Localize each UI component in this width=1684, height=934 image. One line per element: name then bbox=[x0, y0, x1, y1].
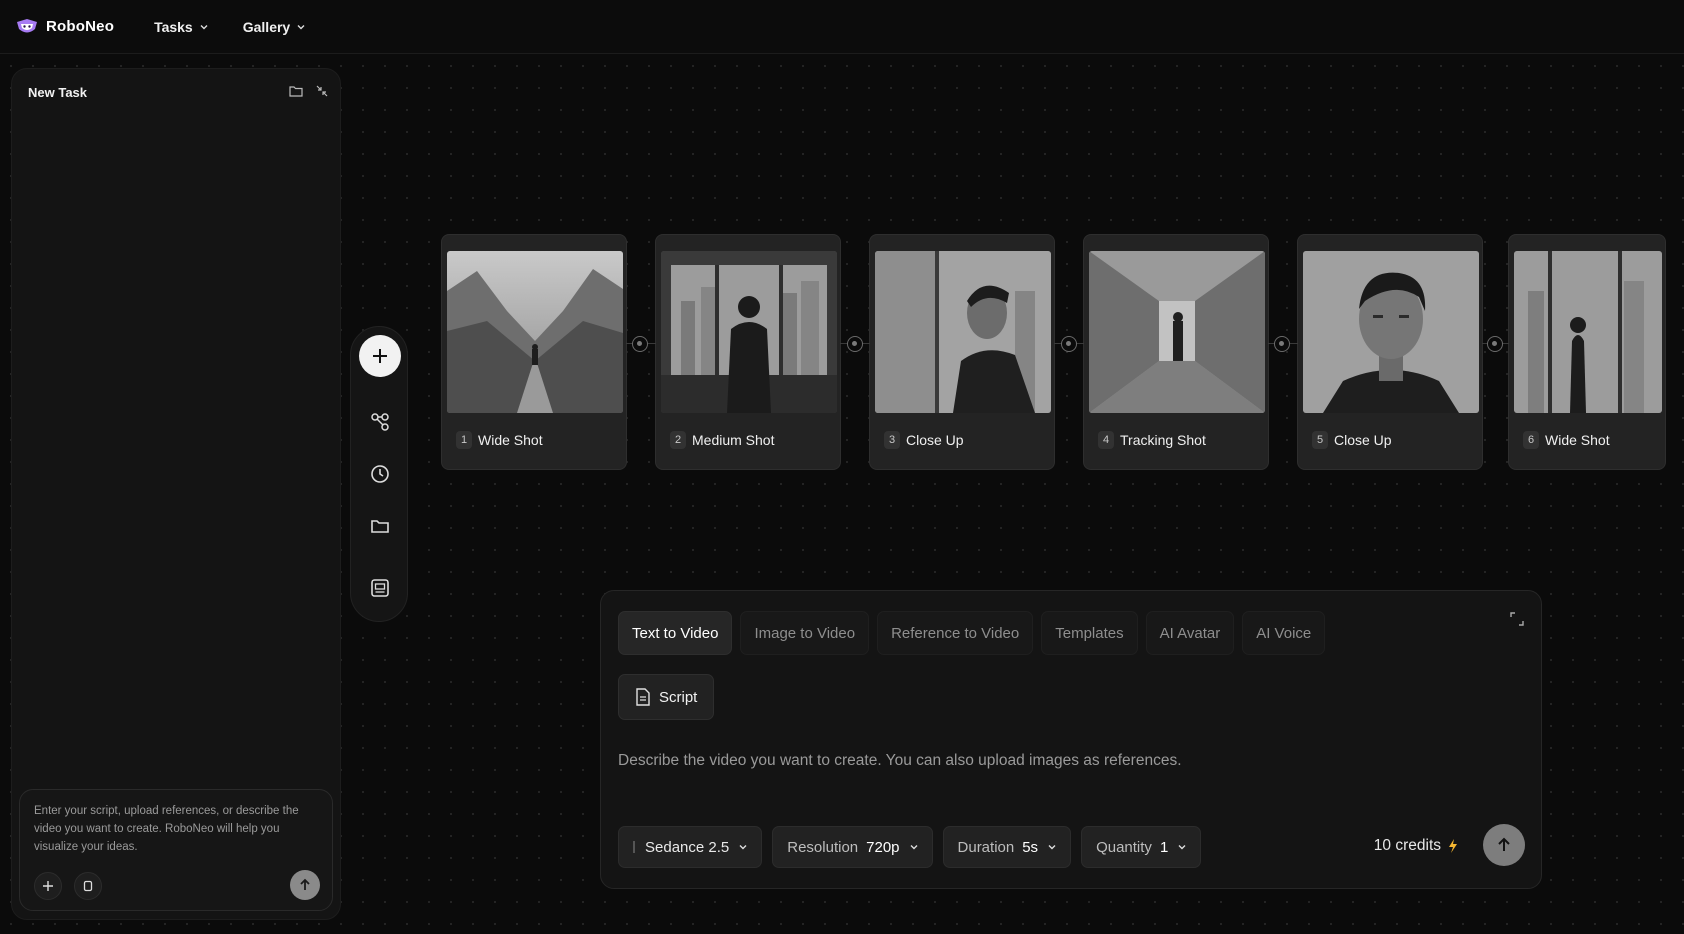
chevron-down-icon bbox=[1178, 845, 1186, 850]
shot-thumbnail-man-at-window bbox=[661, 251, 837, 413]
chat-input-box[interactable]: Enter your script, upload references, or… bbox=[19, 789, 333, 911]
generation-options: Sedance 2.5 Resolution 720p Duration 5s … bbox=[618, 826, 1202, 868]
expand-icon[interactable] bbox=[1509, 611, 1525, 627]
shot-title: Tracking Shot bbox=[1120, 432, 1206, 448]
prompt-input[interactable]: Describe the video you want to create. Y… bbox=[618, 752, 1182, 770]
chevron-down-icon bbox=[200, 24, 208, 29]
duration-label: Duration bbox=[957, 838, 1015, 856]
top-bar: RoboNeo Tasks Gallery bbox=[0, 0, 1684, 54]
shot-number: 3 bbox=[884, 431, 900, 449]
task-panel: New Task Enter your script, upload refer… bbox=[11, 68, 341, 920]
connector-node[interactable] bbox=[1274, 336, 1290, 352]
history-icon[interactable] bbox=[369, 463, 391, 485]
chat-input-placeholder[interactable]: Enter your script, upload references, or… bbox=[34, 802, 324, 856]
folder-icon[interactable] bbox=[369, 515, 391, 537]
tab-text-to-video[interactable]: Text to Video bbox=[618, 611, 733, 655]
model-select[interactable]: Sedance 2.5 bbox=[618, 826, 763, 868]
add-attachment-button[interactable] bbox=[34, 872, 62, 900]
shot-label: 6 Wide Shot bbox=[1523, 431, 1610, 449]
shot-number: 4 bbox=[1098, 431, 1114, 449]
shot-card-1[interactable]: 1 Wide Shot bbox=[441, 234, 627, 470]
shot-title: Medium Shot bbox=[692, 432, 775, 448]
chevron-down-icon bbox=[910, 845, 918, 850]
arrow-up-icon bbox=[300, 878, 310, 890]
generate-button[interactable] bbox=[1483, 824, 1525, 866]
credits-text: 10 credits bbox=[1373, 837, 1441, 854]
tab-ai-avatar[interactable]: AI Avatar bbox=[1145, 611, 1235, 655]
shot-title: Wide Shot bbox=[478, 432, 543, 448]
shot-card-3[interactable]: 3 Close Up bbox=[869, 234, 1055, 470]
nav-tasks-label: Tasks bbox=[154, 18, 193, 35]
shot-label: 3 Close Up bbox=[884, 431, 964, 449]
shot-number: 5 bbox=[1312, 431, 1328, 449]
resolution-label: Resolution bbox=[787, 838, 859, 856]
chat-send-button[interactable] bbox=[290, 870, 320, 900]
panel-title: New Task bbox=[28, 85, 88, 100]
shot-number: 6 bbox=[1523, 431, 1539, 449]
shot-label: 5 Close Up bbox=[1312, 431, 1392, 449]
connector-node[interactable] bbox=[632, 336, 648, 352]
shot-card-5[interactable]: 5 Close Up bbox=[1297, 234, 1483, 470]
square-icon bbox=[83, 880, 93, 892]
nav-gallery-label: Gallery bbox=[242, 18, 291, 35]
lightning-bolt-icon bbox=[1449, 839, 1457, 853]
canvas-toolbar bbox=[350, 326, 408, 622]
nav-tasks[interactable]: Tasks bbox=[154, 19, 209, 35]
connector-node[interactable] bbox=[1061, 336, 1077, 352]
tab-ai-voice[interactable]: AI Voice bbox=[1242, 611, 1326, 655]
connector-node[interactable] bbox=[1487, 336, 1503, 352]
tab-reference-to-video[interactable]: Reference to Video bbox=[877, 611, 1034, 655]
shot-title: Wide Shot bbox=[1545, 432, 1610, 448]
nav-gallery[interactable]: Gallery bbox=[243, 19, 306, 35]
shot-thumbnail-portrait bbox=[1303, 251, 1479, 413]
shot-thumbnail-close-up-profile bbox=[875, 251, 1051, 413]
plus-icon bbox=[373, 349, 387, 363]
arrow-up-icon bbox=[1498, 837, 1510, 851]
add-node-button[interactable] bbox=[359, 335, 401, 377]
collapse-icon[interactable] bbox=[314, 83, 330, 99]
quantity-select[interactable]: Quantity 1 bbox=[1081, 826, 1202, 868]
shot-thumbnail-corridor bbox=[1089, 251, 1265, 413]
duration-select[interactable]: Duration 5s bbox=[942, 826, 1072, 868]
shot-thumbnail-wide-window bbox=[1514, 251, 1662, 413]
tab-image-to-video[interactable]: Image to Video bbox=[740, 611, 870, 655]
toggle-option-button[interactable] bbox=[74, 872, 102, 900]
roboneo-logo-icon bbox=[17, 18, 37, 32]
shot-card-4[interactable]: 4 Tracking Shot bbox=[1083, 234, 1269, 470]
video-composer: Text to Video Image to Video Reference t… bbox=[600, 590, 1542, 889]
app-logo[interactable]: RoboNeo bbox=[15, 17, 114, 37]
quantity-value: 1 bbox=[1159, 838, 1169, 856]
connector-node[interactable] bbox=[847, 336, 863, 352]
quantity-label: Quantity bbox=[1096, 838, 1152, 856]
shot-thumbnail-wide-mountains bbox=[447, 251, 623, 413]
shot-title: Close Up bbox=[1334, 432, 1392, 448]
app-name: RoboNeo bbox=[46, 18, 115, 35]
script-button[interactable]: Script bbox=[618, 674, 715, 720]
workflow-icon[interactable] bbox=[369, 411, 391, 433]
document-icon bbox=[636, 688, 650, 706]
storyboard-icon[interactable] bbox=[369, 577, 391, 599]
shot-number: 2 bbox=[670, 431, 686, 449]
shot-label: 2 Medium Shot bbox=[670, 431, 774, 449]
model-value: Sedance 2.5 bbox=[645, 838, 730, 856]
credits-indicator: 10 credits bbox=[1374, 837, 1459, 855]
shot-card-2[interactable]: 2 Medium Shot bbox=[655, 234, 841, 470]
mode-tabs: Text to Video Image to Video Reference t… bbox=[618, 611, 1326, 655]
script-button-label: Script bbox=[659, 688, 698, 706]
chevron-down-icon bbox=[1048, 845, 1056, 850]
model-indicator-icon bbox=[633, 841, 635, 853]
resolution-select[interactable]: Resolution 720p bbox=[772, 826, 933, 868]
tab-templates[interactable]: Templates bbox=[1041, 611, 1138, 655]
shot-card-6[interactable]: 6 Wide Shot bbox=[1508, 234, 1666, 470]
resolution-value: 720p bbox=[866, 838, 900, 856]
shot-title: Close Up bbox=[906, 432, 964, 448]
plus-icon bbox=[43, 881, 53, 891]
folder-icon[interactable] bbox=[288, 83, 304, 99]
chevron-down-icon bbox=[297, 24, 305, 29]
shot-label: 4 Tracking Shot bbox=[1098, 431, 1206, 449]
shot-number: 1 bbox=[456, 431, 472, 449]
chevron-down-icon bbox=[739, 845, 747, 850]
shot-label: 1 Wide Shot bbox=[456, 431, 543, 449]
duration-value: 5s bbox=[1022, 838, 1039, 856]
